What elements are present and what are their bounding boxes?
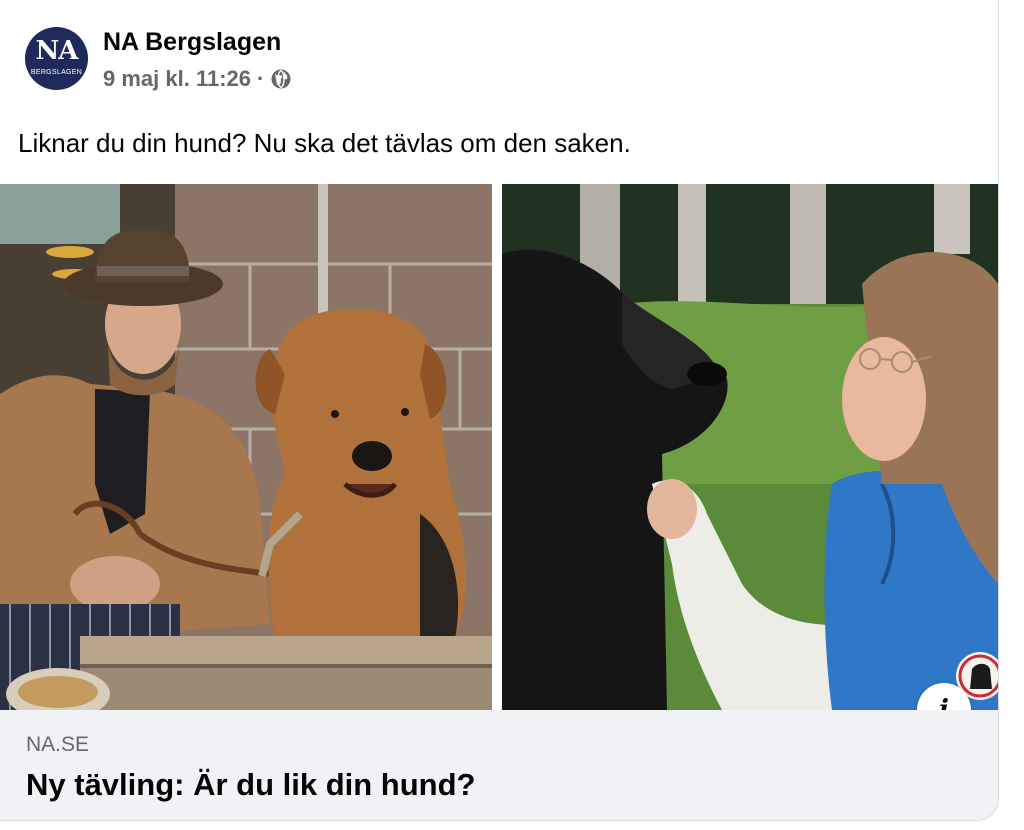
photo-woman-with-newfoundland[interactable] xyxy=(502,184,998,710)
photo-man-with-airedale[interactable] xyxy=(0,184,492,710)
post-media[interactable] xyxy=(0,184,998,710)
post-header: NA BERGSLAGEN NA Bergslagen 9 maj kl. 11… xyxy=(0,0,998,110)
post-card: NA BERGSLAGEN NA Bergslagen 9 maj kl. 11… xyxy=(0,0,999,821)
link-preview[interactable]: NA.SE Ny tävling: Är du lik din hund? xyxy=(0,710,998,820)
link-title[interactable]: Ny tävling: Är du lik din hund? xyxy=(26,767,476,803)
avatar-subtext: BERGSLAGEN xyxy=(30,69,83,76)
post-meta: 9 maj kl. 11:26 · xyxy=(103,66,292,92)
meta-separator: · xyxy=(257,66,265,91)
page-avatar[interactable]: NA BERGSLAGEN xyxy=(25,27,88,90)
photo-right-image xyxy=(502,184,998,710)
page-name-link[interactable]: NA Bergslagen xyxy=(103,28,281,57)
avatar-logo: NA xyxy=(35,36,79,66)
photo-left-image xyxy=(0,184,492,710)
post-timestamp[interactable]: 9 maj kl. 11:26 xyxy=(103,66,251,92)
link-domain: NA.SE xyxy=(26,733,90,756)
globe-icon xyxy=(271,69,291,89)
post-text: Liknar du din hund? Nu ska det tävlas om… xyxy=(18,128,631,158)
